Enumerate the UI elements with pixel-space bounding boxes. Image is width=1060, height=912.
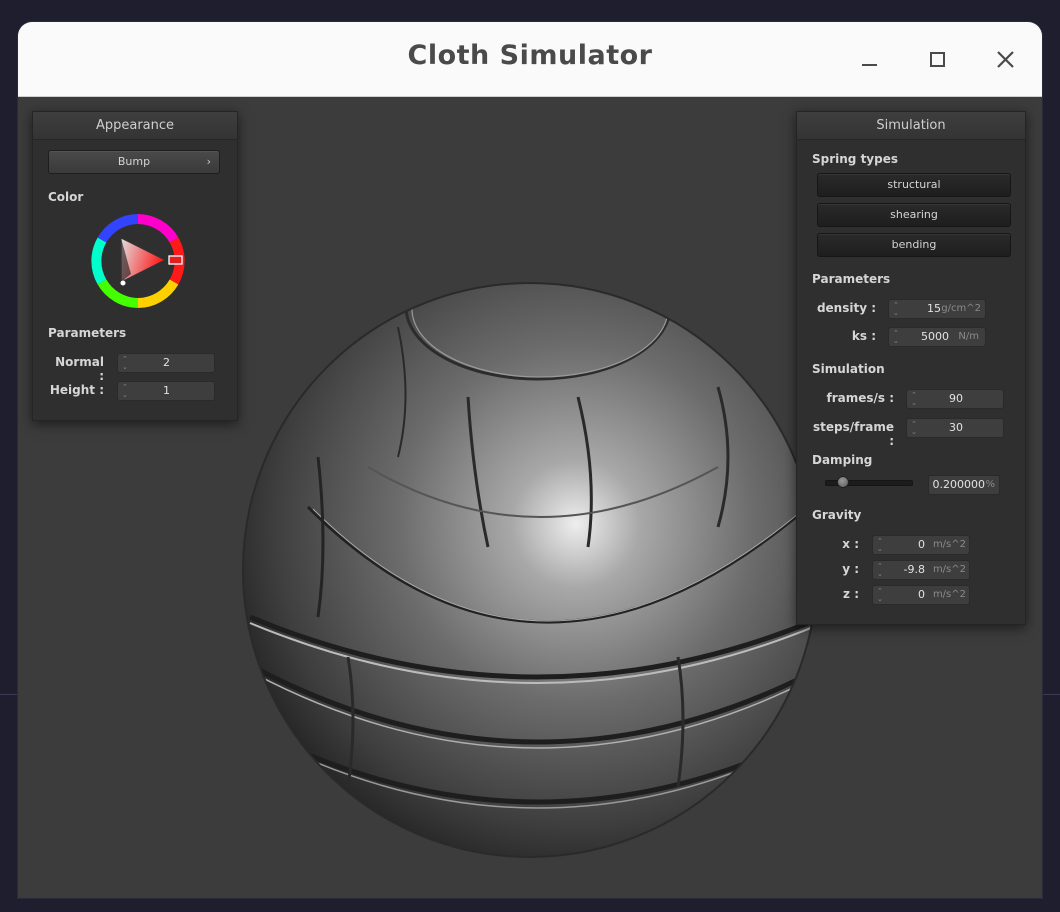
simulation-parameters-label: Parameters (812, 272, 891, 286)
ks-input[interactable]: ⌃ ⌄ 5000 N/m (888, 327, 986, 347)
gravity-y-unit: m/s^2 (932, 564, 966, 575)
gravity-x-value: 0 (918, 538, 925, 551)
density-label: density : (816, 301, 876, 315)
simulation-section-label: Simulation (812, 362, 885, 376)
gravity-z-input[interactable]: ⌃ ⌄ 0 m/s^2 (872, 585, 970, 605)
spinner-icon[interactable]: ⌃ ⌄ (877, 587, 885, 603)
simulation-panel-title[interactable]: Simulation (797, 112, 1025, 140)
minimize-button[interactable] (856, 46, 884, 74)
spinner-icon[interactable]: ⌃ ⌄ (893, 301, 901, 317)
desktop-divider (0, 694, 18, 695)
density-value: 15 (927, 302, 941, 315)
gravity-y-label: y : (842, 562, 859, 576)
height-label: Height : (49, 383, 104, 397)
shearing-button[interactable]: shearing (817, 203, 1011, 227)
fps-label: frames/s : (826, 391, 894, 405)
spinner-icon[interactable]: ⌃ ⌄ (877, 562, 885, 578)
damping-label: Damping (812, 453, 873, 467)
title-bar[interactable]: Cloth Simulator (18, 22, 1042, 97)
steps-value: 30 (949, 421, 963, 434)
ks-label: ks : (851, 329, 876, 343)
fps-input[interactable]: ⌃ ⌄ 90 (906, 389, 1004, 409)
appearance-parameters-label: Parameters (48, 326, 127, 340)
gravity-x-unit: m/s^2 (932, 539, 966, 550)
steps-label: steps/frame : (812, 420, 894, 448)
density-unit: g/cm^2 (941, 303, 981, 314)
gravity-z-unit: m/s^2 (932, 589, 966, 600)
damping-value: 0.200000 (932, 478, 986, 491)
chevron-right-icon: › (206, 155, 211, 168)
window-title: Cloth Simulator (407, 40, 653, 71)
damping-unit: % (985, 479, 995, 490)
shader-select-button[interactable]: Bump › (48, 150, 220, 174)
maximize-button[interactable] (924, 46, 952, 74)
close-button[interactable] (992, 46, 1020, 74)
color-label: Color (48, 190, 84, 204)
ks-unit: N/m (958, 331, 979, 342)
spinner-icon[interactable]: ⌃ ⌄ (122, 383, 130, 399)
normal-value: 2 (163, 356, 170, 369)
close-icon (997, 51, 1014, 68)
ks-value: 5000 (921, 330, 949, 343)
density-input[interactable]: ⌃ ⌄ 15 g/cm^2 (888, 299, 986, 319)
height-value: 1 (163, 384, 170, 397)
gravity-x-label: x : (842, 537, 859, 551)
maximize-icon (930, 52, 945, 67)
spinner-icon[interactable]: ⌃ ⌄ (911, 420, 919, 436)
normal-input[interactable]: ⌃ ⌄ 2 (117, 353, 215, 373)
app-window: Cloth Simulator Appearance Bump › Color … (18, 22, 1042, 898)
shader-select-label: Bump (117, 155, 151, 168)
gravity-label: Gravity (812, 508, 862, 522)
appearance-panel-title[interactable]: Appearance (33, 112, 237, 140)
gravity-y-value: -9.8 (903, 563, 925, 576)
desktop-divider (1042, 694, 1060, 695)
spinner-icon[interactable]: ⌃ ⌄ (877, 537, 885, 553)
gravity-z-value: 0 (918, 588, 925, 601)
spinner-icon[interactable]: ⌃ ⌄ (122, 355, 130, 371)
damping-input[interactable]: 0.200000 % (928, 475, 1000, 495)
gravity-z-label: z : (843, 587, 859, 601)
structural-button[interactable]: structural (817, 173, 1011, 197)
fps-value: 90 (949, 392, 963, 405)
spring-types-label: Spring types (812, 152, 899, 166)
render-viewport[interactable]: Appearance Bump › Color Parameters Norma… (18, 97, 1042, 898)
steps-input[interactable]: ⌃ ⌄ 30 (906, 418, 1004, 438)
gravity-y-input[interactable]: ⌃ ⌄ -9.8 m/s^2 (872, 560, 970, 580)
normal-label: Normal : (55, 355, 104, 383)
damping-slider-handle[interactable] (837, 476, 850, 488)
simulation-panel: Simulation Spring types structural shear… (796, 111, 1026, 625)
appearance-panel: Appearance Bump › Color Parameters Norma… (32, 111, 238, 421)
color-wheel-icon[interactable] (91, 214, 186, 309)
gravity-x-input[interactable]: ⌃ ⌄ 0 m/s^2 (872, 535, 970, 555)
spinner-icon[interactable]: ⌃ ⌄ (911, 391, 919, 407)
height-input[interactable]: ⌃ ⌄ 1 (117, 381, 215, 401)
spinner-icon[interactable]: ⌃ ⌄ (893, 329, 901, 345)
bending-button[interactable]: bending (817, 233, 1011, 257)
minimize-icon (862, 64, 877, 66)
